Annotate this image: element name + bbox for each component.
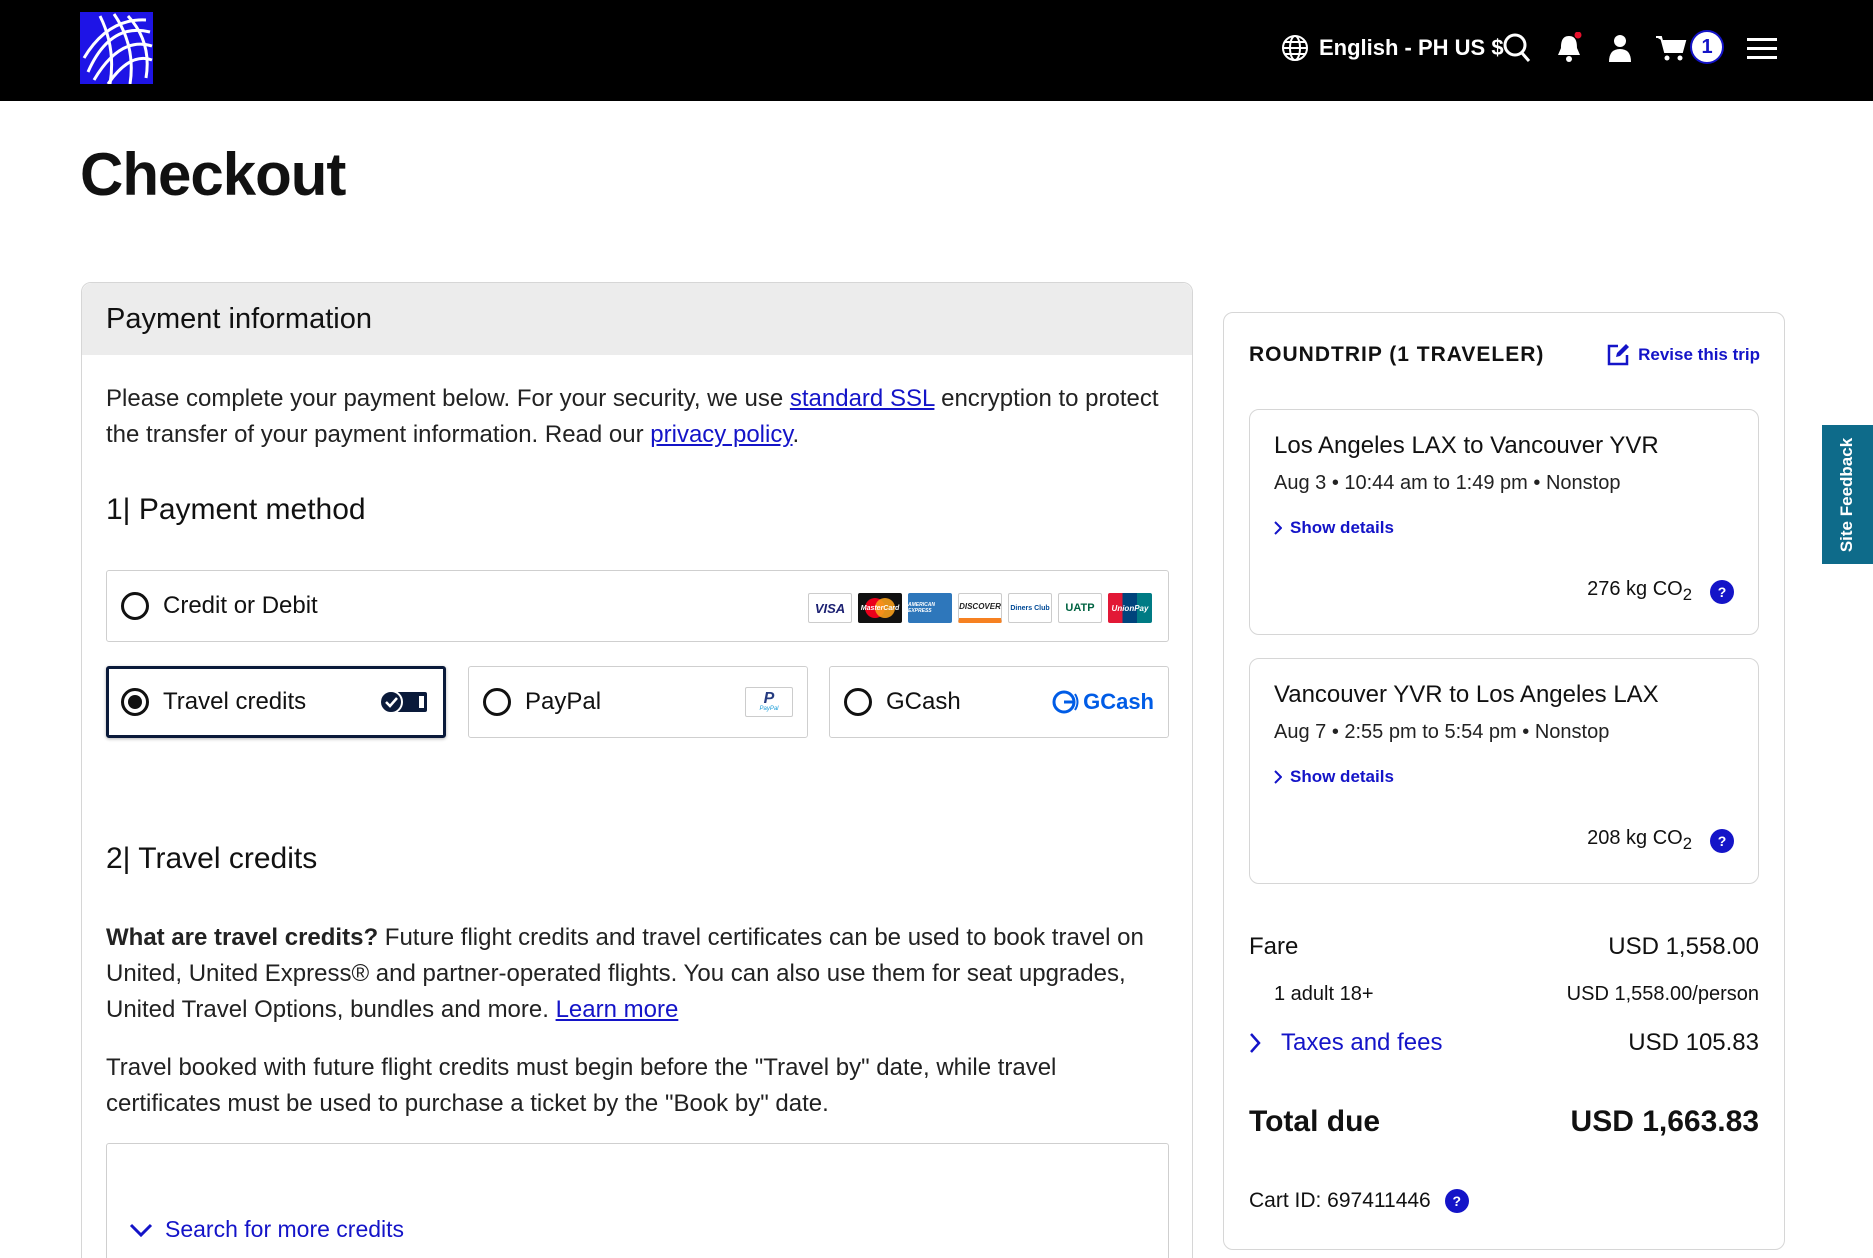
paypal-option[interactable]: PayPal P PayPal (468, 666, 808, 738)
search-more-credits-label: Search for more credits (165, 1216, 405, 1242)
learn-more-link[interactable]: Learn more (556, 996, 679, 1023)
person-icon (1609, 35, 1631, 62)
hamburger-menu-icon (1747, 38, 1777, 59)
gcash-option[interactable]: GCash GCash (829, 666, 1169, 738)
show-details-button[interactable]: Show details (1274, 518, 1394, 538)
notification-dot (1574, 32, 1582, 39)
ssl-link[interactable]: standard SSL (790, 385, 935, 412)
diners-club-logo: Diners Club (1008, 593, 1052, 623)
co2-help-icon[interactable]: ? (1710, 828, 1734, 853)
cart-icon (1656, 36, 1687, 61)
chevron-right-icon (1250, 1033, 1261, 1053)
segment-route: Los Angeles LAX to Vancouver YVR (1274, 432, 1659, 459)
gcash-radio[interactable] (844, 688, 872, 716)
segment-times: Aug 3 • 10:44 am to 1:49 pm • Nonstop (1274, 472, 1621, 494)
credit-ticket-icon (379, 690, 427, 714)
bell-icon (1558, 32, 1582, 62)
search-button[interactable] (1502, 30, 1532, 66)
cart-button[interactable] (1655, 30, 1687, 66)
site-feedback-tab[interactable]: Site Feedback (1822, 425, 1873, 564)
language-label: English - PH US $ (1319, 35, 1504, 60)
cart-id: Cart ID: 697411446 (1249, 1189, 1431, 1212)
edit-icon (1607, 344, 1630, 366)
cart-id-help-icon[interactable]: ? (1444, 1189, 1469, 1213)
paypal-p-icon: P (763, 690, 775, 707)
co2-help-icon[interactable]: ? (1710, 579, 1734, 604)
united-globe-logo[interactable] (80, 12, 153, 84)
flight-segment-outbound: Los Angeles LAX to Vancouver YVR Aug 3 •… (1249, 409, 1759, 635)
payment-intro: Please complete your payment below. For … (106, 385, 1159, 448)
taxes-value: USD 105.83 (1628, 1029, 1759, 1056)
paypal-logo: P PayPal (745, 687, 793, 717)
show-details-button[interactable]: Show details (1274, 767, 1394, 787)
travel-credits-heading: 2| Travel credits (106, 842, 318, 875)
cart-count-badge[interactable]: 1 (1690, 30, 1724, 64)
total-label: Total due (1249, 1105, 1381, 1138)
payment-information-card: Payment information Please complete your… (81, 282, 1193, 1258)
paypal-radio[interactable] (483, 688, 511, 716)
adult-label: 1 adult 18+ (1274, 983, 1374, 1005)
segment-route: Vancouver YVR to Los Angeles LAX (1274, 681, 1659, 708)
flight-segment-return: Vancouver YVR to Los Angeles LAX Aug 7 •… (1249, 658, 1759, 884)
globe-icon (1282, 35, 1308, 61)
trip-summary-heading: ROUNDTRIP (1 TRAVELER) (1249, 343, 1545, 366)
discover-logo: DISCOVER (958, 593, 1002, 623)
taxes-toggle[interactable]: Taxes and fees (1249, 1029, 1442, 1057)
trip-summary-card: ROUNDTRIP (1 TRAVELER) Revise this trip … (1223, 312, 1785, 1250)
menu-button[interactable] (1747, 30, 1777, 66)
travel-by-note: Travel booked with future flight credits… (106, 1054, 1057, 1117)
top-navigation-bar: English - PH US $ 1 (0, 0, 1873, 101)
adult-value: USD 1,558.00/person (1566, 983, 1759, 1005)
fare-value: USD 1,558.00 (1608, 933, 1759, 960)
fare-row: Fare USD 1,558.00 (1249, 933, 1759, 961)
amex-logo: AMERICAN EXPRESS (908, 593, 952, 623)
mastercard-logo: MasterCard (858, 593, 902, 623)
cart-id-row: Cart ID: 697411446 ? (1249, 1189, 1759, 1213)
payment-method-heading: 1| Payment method (106, 493, 366, 526)
total-due-row: Total due USD 1,663.83 (1249, 1105, 1759, 1139)
taxes-row: Taxes and fees USD 105.83 (1249, 1029, 1759, 1057)
fare-label: Fare (1249, 933, 1299, 960)
credit-debit-radio[interactable] (121, 592, 149, 620)
globe-logo-icon (82, 13, 153, 84)
card-logos: VISA MasterCard AMERICAN EXPRESS DISCOVE… (808, 593, 1152, 623)
gcash-g-icon (1052, 690, 1079, 714)
visa-logo: VISA (808, 593, 852, 623)
account-button[interactable] (1605, 30, 1635, 66)
search-more-credits-button[interactable]: Search for more credits (129, 1216, 404, 1243)
search-icon (1503, 33, 1531, 62)
notifications-button[interactable] (1554, 30, 1584, 66)
travel-credits-radio[interactable] (121, 688, 149, 716)
privacy-policy-link[interactable]: privacy policy (650, 421, 792, 448)
uatp-logo: UATP (1058, 593, 1102, 623)
taxes-label: Taxes and fees (1281, 1029, 1443, 1056)
revise-trip-link[interactable]: Revise this trip (1606, 343, 1760, 367)
travel-credits-icon-wrap (379, 689, 429, 715)
travel-credits-option[interactable]: Travel credits (106, 666, 446, 738)
chevron-down-icon (129, 1223, 153, 1237)
total-value: USD 1,663.83 (1570, 1105, 1759, 1138)
unionpay-logo: UnionPay (1108, 593, 1152, 623)
co2-emissions: 208 kg CO2 ? (1587, 827, 1734, 854)
adult-fare-row: 1 adult 18+ USD 1,558.00/person (1249, 983, 1759, 1006)
page-title: Checkout (80, 141, 346, 208)
credit-debit-option[interactable]: Credit or Debit VISA MasterCard AMERICAN… (106, 570, 1169, 642)
credit-debit-label: Credit or Debit (163, 592, 318, 619)
travel-credits-label: Travel credits (163, 688, 307, 715)
language-selector[interactable]: English - PH US $ (1281, 30, 1504, 66)
payment-information-heading: Payment information (82, 283, 1192, 355)
co2-emissions: 276 kg CO2 ? (1587, 578, 1734, 605)
gcash-logo: GCash (1051, 688, 1154, 716)
gcash-label: GCash (886, 688, 961, 715)
chevron-right-icon (1274, 770, 1282, 784)
paypal-label: PayPal (525, 688, 602, 715)
site-feedback-label: Site Feedback (1837, 437, 1857, 552)
revise-trip-label: Revise this trip (1638, 345, 1760, 364)
travel-credits-description: What are travel credits? Future flight c… (106, 924, 1144, 1023)
segment-times: Aug 7 • 2:55 pm to 5:54 pm • Nonstop (1274, 721, 1610, 743)
chevron-right-icon (1274, 521, 1282, 535)
travel-credits-search-box: Search for more credits (106, 1143, 1169, 1258)
